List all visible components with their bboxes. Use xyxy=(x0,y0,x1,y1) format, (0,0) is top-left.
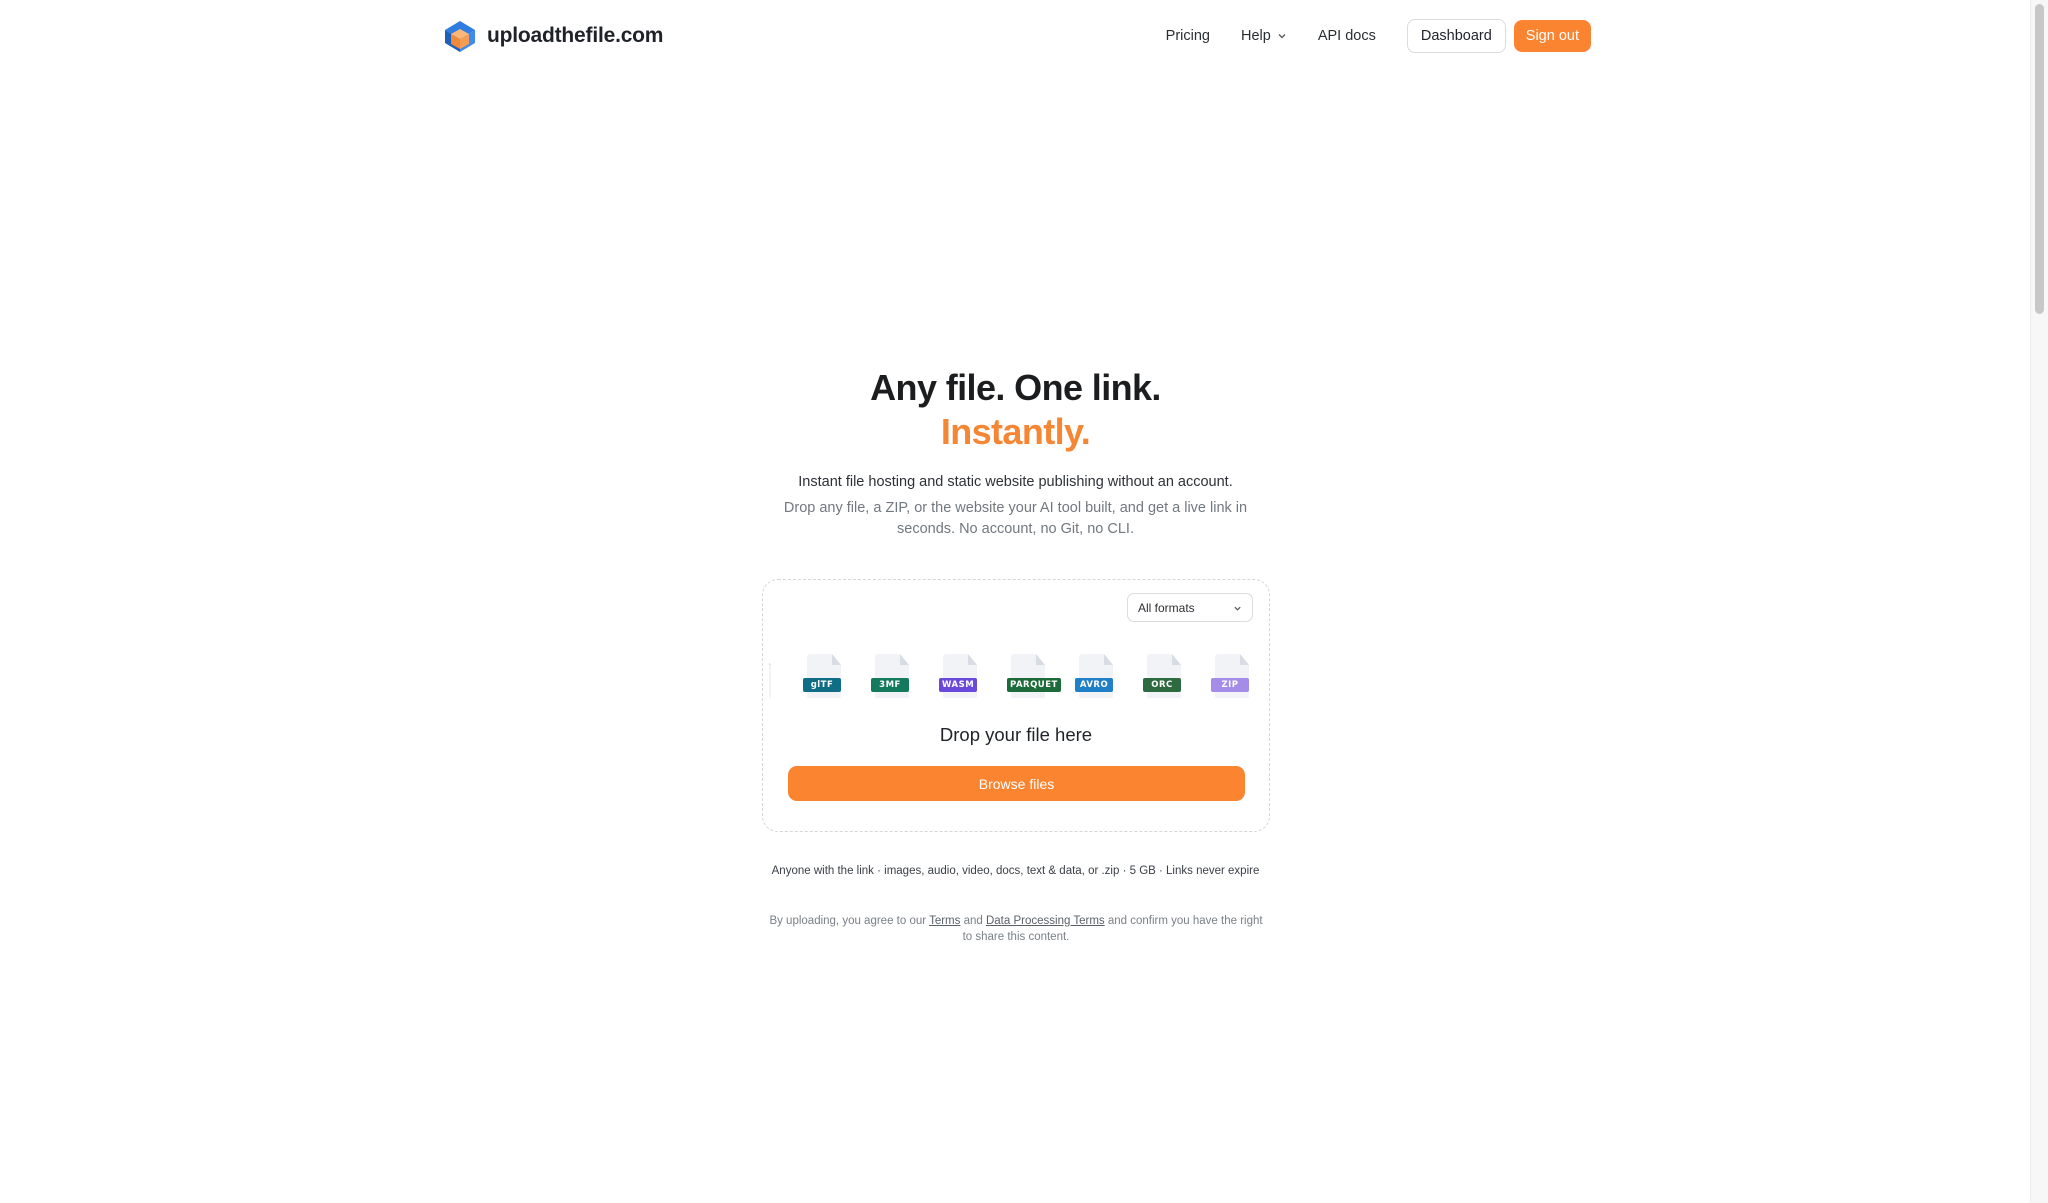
format-filter-value: All formats xyxy=(1138,600,1195,615)
format-filter-select[interactable]: All formats xyxy=(1127,593,1253,622)
scrollbar-thumb[interactable] xyxy=(2035,4,2044,314)
drop-instruction: Drop your file here xyxy=(939,724,1093,745)
file-type-icon: PARQUET xyxy=(1005,654,1061,706)
hero-title-line2: Instantly. xyxy=(940,411,1091,452)
brand-link[interactable]: uploadthefile.com xyxy=(443,18,663,54)
site-header: uploadthefile.com Pricing Help API docs … xyxy=(443,18,1591,54)
sign-out-button[interactable]: Sign out xyxy=(1513,20,1591,52)
file-type-label: ZIP xyxy=(1211,678,1249,692)
chevron-down-icon xyxy=(1234,606,1241,611)
file-dropzone[interactable]: All formats glTF 3MF WASM PARQUET AVRO O… xyxy=(762,579,1270,832)
page-scrollbar[interactable] xyxy=(2030,0,2048,1203)
file-type-label: glTF xyxy=(803,678,841,692)
file-type-icon: ORC xyxy=(1141,654,1185,706)
top-nav: Pricing Help API docs Dashboard Sign out xyxy=(1166,19,1591,53)
terms-prefix: By uploading, you agree to our xyxy=(769,915,927,927)
dashboard-button[interactable]: Dashboard xyxy=(1406,19,1506,53)
file-type-label: ORC xyxy=(1143,678,1181,692)
file-type-icon: ZIP xyxy=(1209,654,1253,706)
chevron-down-icon xyxy=(1278,34,1286,39)
terms-notice: By uploading, you agree to our Terms and… xyxy=(764,913,1268,945)
file-type-icon xyxy=(769,654,775,706)
file-type-label: WASM xyxy=(939,678,978,692)
nav-api-docs-link[interactable]: API docs xyxy=(1318,28,1376,44)
data-processing-terms-link[interactable]: Data Processing Terms xyxy=(986,915,1105,927)
file-type-label: 3MF xyxy=(871,678,909,692)
hero-description: Drop any file, a ZIP, or the website you… xyxy=(783,500,1248,537)
nav-help-label: Help xyxy=(1240,28,1271,44)
browse-files-button[interactable]: Browse files xyxy=(788,766,1245,801)
package-box-icon xyxy=(443,19,477,53)
brand-name: uploadthefile.com xyxy=(487,24,664,47)
hero-title-line1: Any file. One link. xyxy=(870,367,1161,408)
file-type-icon: 3MF xyxy=(869,654,913,706)
file-type-carousel: glTF 3MF WASM PARQUET AVRO ORC ZIP xyxy=(769,654,1263,706)
nav-pricing-link[interactable]: Pricing xyxy=(1166,28,1210,44)
file-type-icon: AVRO xyxy=(1073,654,1117,706)
file-type-icon: glTF xyxy=(801,654,845,706)
upload-info-line: Anyone with the link · images, audio, vi… xyxy=(771,865,1260,877)
terms-link[interactable]: Terms xyxy=(929,915,960,927)
terms-and: and xyxy=(963,915,983,927)
file-type-icon: WASM xyxy=(937,654,981,706)
nav-help-menu[interactable]: Help xyxy=(1241,28,1287,44)
file-type-label: PARQUET xyxy=(1007,678,1061,692)
file-type-label: AVRO xyxy=(1075,678,1113,692)
hero-subtitle: Instant file hosting and static website … xyxy=(798,474,1233,490)
